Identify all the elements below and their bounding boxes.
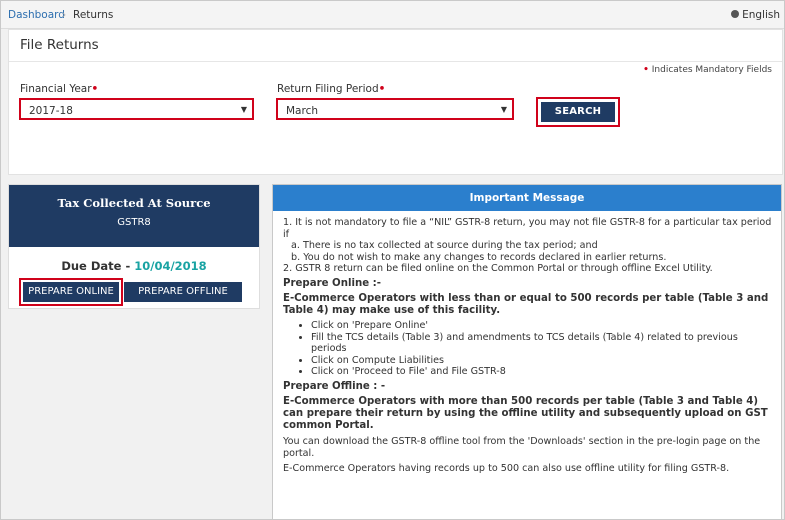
mandatory-note-text: Indicates Mandatory Fields — [651, 65, 772, 75]
prepare-online-button[interactable]: PREPARE ONLINE — [23, 282, 119, 302]
prepare-online-heading: Prepare Online :- — [283, 277, 381, 289]
language-label: English — [742, 9, 780, 21]
return-period-label: Return Filing Period• — [277, 83, 385, 95]
file-returns-panel: File Returns • Indicates Mandatory Field… — [8, 29, 783, 175]
gstr8-card-header: Tax Collected At Source GSTR8 — [9, 185, 259, 247]
globe-icon — [731, 10, 740, 18]
financial-year-select[interactable]: 2017-18 ▼ — [19, 98, 254, 120]
list-item: Click on Compute Liabilities — [311, 355, 772, 367]
due-date: Due Date - 10/04/2018 — [9, 259, 259, 273]
breadcrumb-dashboard-link[interactable]: Dashboard — [8, 9, 65, 21]
page-title: File Returns — [20, 37, 99, 53]
financial-year-label: Financial Year• — [20, 83, 98, 95]
financial-year-value: 2017-18 — [29, 105, 73, 117]
return-period-value: March — [286, 105, 319, 117]
search-button[interactable]: SEARCH — [541, 102, 615, 122]
card-title: Tax Collected At Source — [57, 196, 211, 210]
prepare-offline-summary: E-Commerce Operators with more than 500 … — [283, 396, 768, 431]
due-date-value: 10/04/2018 — [134, 259, 207, 273]
breadcrumb-separator: › — [62, 9, 67, 21]
breadcrumb-current: Returns — [73, 9, 114, 21]
message-point-1a: a. There is no tax collected at source d… — [291, 240, 598, 251]
prepare-offline-heading: Prepare Offline : - — [283, 380, 386, 392]
prepare-online-steps: Click on 'Prepare Online' Fill the TCS d… — [283, 320, 772, 378]
chevron-down-icon: ▼ — [500, 105, 507, 114]
list-item: Click on 'Prepare Online' — [311, 320, 772, 332]
message-point-1: 1. It is not mandatory to file a “NIL” G… — [283, 217, 772, 240]
financial-year-label-text: Financial Year — [20, 83, 92, 95]
list-item: Click on 'Proceed to File' and File GSTR… — [311, 366, 772, 378]
important-message-title: Important Message — [273, 185, 781, 211]
list-item: Fill the TCS details (Table 3) and amend… — [311, 332, 772, 355]
chevron-down-icon: ▼ — [240, 105, 247, 114]
mandatory-note: • Indicates Mandatory Fields — [643, 65, 772, 75]
required-marker: • — [643, 65, 649, 75]
breadcrumb: Dashboard › Returns English — [1, 1, 784, 29]
gstr8-card: Tax Collected At Source GSTR8 Due Date -… — [8, 184, 260, 309]
page-frame: Dashboard › Returns English File Returns… — [0, 0, 785, 520]
message-point-2: 2. GSTR 8 return can be filed online on … — [283, 263, 713, 274]
search-button-highlight: SEARCH — [536, 97, 620, 127]
prepare-offline-button[interactable]: PREPARE OFFLINE — [124, 282, 242, 302]
prepare-online-summary: E-Commerce Operators with less than or e… — [283, 293, 769, 316]
return-period-label-text: Return Filing Period — [277, 83, 379, 95]
divider — [9, 61, 782, 62]
due-date-label: Due Date - — [61, 259, 131, 273]
required-marker: • — [91, 83, 99, 95]
message-point-1b: b. You do not wish to make any changes t… — [291, 251, 667, 263]
important-message-body: 1. It is not mandatory to file a “NIL” G… — [273, 211, 781, 475]
card-subtitle: GSTR8 — [117, 217, 151, 228]
important-message-panel: Important Message 1. It is not mandatory… — [272, 184, 782, 520]
required-marker: • — [378, 83, 386, 95]
language-selector[interactable]: English — [731, 9, 780, 21]
offline-utility-note: E-Commerce Operators having records up t… — [283, 463, 730, 474]
prepare-online-highlight: PREPARE ONLINE — [19, 278, 123, 306]
return-period-select[interactable]: March ▼ — [276, 98, 514, 120]
offline-download-note: You can download the GSTR-8 offline tool… — [283, 436, 761, 459]
